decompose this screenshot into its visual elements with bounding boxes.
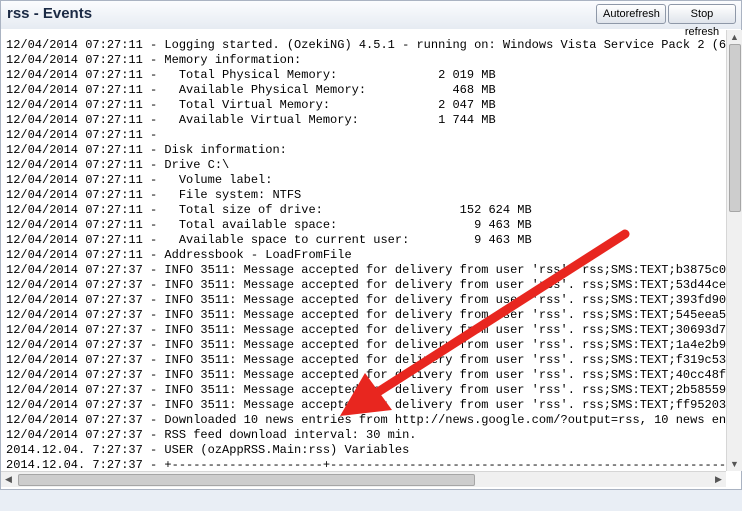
arrow-head-icon (340, 373, 392, 416)
annotation-arrow (340, 229, 630, 416)
arrow-shaft (373, 229, 630, 397)
